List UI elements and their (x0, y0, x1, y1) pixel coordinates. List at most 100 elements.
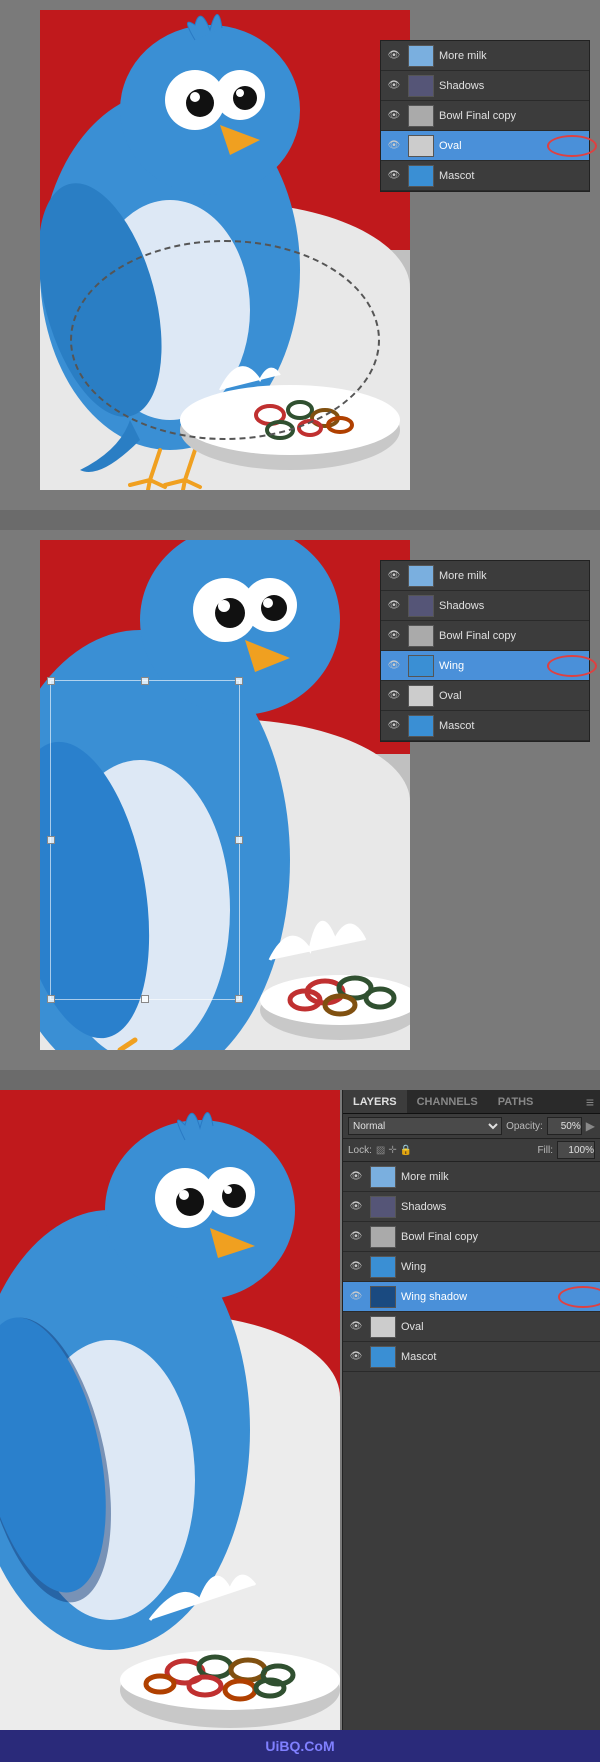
layer-thumbnail-bowl-final-copy2 (408, 625, 434, 647)
panel-menu-button[interactable]: ≡ (580, 1090, 600, 1113)
layer-visibility-shadows[interactable]: 👁 (385, 77, 403, 95)
layer-visibility-more-milk[interactable]: 👁 (385, 47, 403, 65)
layer-thumbnail-oval (408, 135, 434, 157)
blend-opacity-row: Normal Opacity: ▶ (343, 1114, 600, 1139)
illustration-canvas-3 (0, 1090, 340, 1730)
layer-row-oval2[interactable]: 👁 Oval (381, 681, 589, 711)
layer-visibility-mascot3[interactable]: 👁 (347, 1348, 365, 1366)
layer-name-mascot: Mascot (439, 170, 474, 182)
layer-visibility-oval[interactable]: 👁 (385, 137, 403, 155)
lock-all-icon[interactable]: 🔒 (400, 1145, 412, 1156)
layer-visibility-bowl-final-copy3[interactable]: 👁 (347, 1228, 365, 1246)
layer-row-more-milk2[interactable]: 👁 More milk (381, 561, 589, 591)
layer-row-more-milk3[interactable]: 👁 More milk (343, 1162, 600, 1192)
transform-handle-tr[interactable] (235, 677, 243, 685)
layer-name-wing-shadow: Wing shadow (401, 1291, 467, 1303)
layer-row-wing[interactable]: 👁Wing (381, 651, 589, 681)
layer-visibility-bowl-final-copy[interactable]: 👁 (385, 107, 403, 125)
layer-row-mascot3[interactable]: 👁 Mascot (343, 1342, 600, 1372)
watermark-bar: UiBQ.CoM (0, 1730, 600, 1762)
transform-bounding-box (50, 680, 240, 1000)
layer-name-more-milk2: More milk (439, 570, 487, 582)
layer-visibility-more-milk2[interactable]: 👁 (385, 567, 403, 585)
layer-row-more-milk[interactable]: 👁 More milk (381, 41, 589, 71)
layer-visibility-oval2[interactable]: 👁 (385, 687, 403, 705)
layer-visibility-wing3[interactable]: 👁 (347, 1258, 365, 1276)
layer-row-shadows3[interactable]: 👁 Shadows (343, 1192, 600, 1222)
lock-transparent-icon[interactable]: ▨ (376, 1145, 385, 1156)
fill-input[interactable] (557, 1141, 595, 1159)
layer-thumbnail-bowl-final-copy (408, 105, 434, 127)
layer-row-wing3[interactable]: 👁 Wing (343, 1252, 600, 1282)
layer-name-shadows3: Shadows (401, 1201, 446, 1213)
layer-visibility-wing-shadow[interactable]: 👁 (347, 1288, 365, 1306)
layer-row-bowl-final-copy[interactable]: 👁 Bowl Final copy (381, 101, 589, 131)
layer-name-more-milk3: More milk (401, 1171, 449, 1183)
layer-name-more-milk: More milk (439, 50, 487, 62)
section-1: 👁More milk👁Shadows👁Bowl Final copy👁Oval👁… (0, 0, 600, 510)
layer-visibility-mascot[interactable]: 👁 (385, 167, 403, 185)
layer-row-shadows2[interactable]: 👁Shadows (381, 591, 589, 621)
layers-panel-full: LAYERS CHANNELS PATHS ≡ Normal Opacity: … (342, 1090, 600, 1730)
tab-paths[interactable]: PATHS (488, 1090, 544, 1113)
layer-visibility-shadows3[interactable]: 👁 (347, 1198, 365, 1216)
layer-visibility-more-milk3[interactable]: 👁 (347, 1168, 365, 1186)
layer-thumbnail-oval3 (370, 1316, 396, 1338)
transform-handle-ml[interactable] (47, 836, 55, 844)
layer-visibility-oval3[interactable]: 👁 (347, 1318, 365, 1336)
opacity-input[interactable] (547, 1117, 582, 1135)
layer-name-wing3: Wing (401, 1261, 426, 1273)
layer-row-shadows[interactable]: 👁 Shadows (381, 71, 589, 101)
layer-thumbnail-more-milk3 (370, 1166, 396, 1188)
transform-handle-tl[interactable] (47, 677, 55, 685)
layer-name-bowl-final-copy3: Bowl Final copy (401, 1231, 478, 1243)
canvas-area-1: 👁More milk👁Shadows👁Bowl Final copy👁Oval👁… (0, 0, 600, 510)
layer-name-oval3: Oval (401, 1321, 424, 1333)
layers-panel-1: 👁More milk👁Shadows👁Bowl Final copy👁Oval👁… (380, 40, 590, 192)
layer-row-oval3[interactable]: 👁 Oval (343, 1312, 600, 1342)
layer-thumbnail-more-milk (408, 45, 434, 67)
layer-name-oval: Oval (439, 140, 462, 152)
tab-layers[interactable]: LAYERS (343, 1090, 407, 1113)
layer-name-bowl-final-copy: Bowl Final copy (439, 110, 516, 122)
layer-visibility-shadows2[interactable]: 👁 (385, 597, 403, 615)
lock-move-icon[interactable]: ✛ (388, 1145, 396, 1156)
selected-layer-highlight (547, 135, 597, 157)
lock-icons-group: ▨ ✛ 🔒 (376, 1145, 534, 1156)
layer-thumbnail-bowl-final-copy3 (370, 1226, 396, 1248)
selected-layer-highlight (558, 1286, 600, 1308)
watermark-text: UiBQ.CoM (265, 1738, 334, 1754)
layer-visibility-bowl-final-copy2[interactable]: 👁 (385, 627, 403, 645)
layer-name-mascot2: Mascot (439, 720, 474, 732)
selected-layer-highlight (547, 655, 597, 677)
layer-visibility-wing[interactable]: 👁 (385, 657, 403, 675)
layer-name-bowl-final-copy2: Bowl Final copy (439, 630, 516, 642)
layer-thumbnail-wing3 (370, 1256, 396, 1278)
opacity-arrow[interactable]: ▶ (586, 1119, 595, 1133)
layer-name-shadows: Shadows (439, 80, 484, 92)
opacity-label: Opacity: (506, 1121, 543, 1132)
bird-illustration-3 (0, 1090, 340, 1730)
transform-handle-bm[interactable] (141, 995, 149, 1003)
lock-label: Lock: (348, 1145, 372, 1156)
transform-handle-mr[interactable] (235, 836, 243, 844)
layer-row-oval[interactable]: 👁 Oval (381, 131, 589, 161)
layer-row-mascot[interactable]: 👁 Mascot (381, 161, 589, 191)
layers-list-3: 👁More milk👁Shadows👁Bowl Final copy👁Wing👁… (343, 1162, 600, 1730)
layer-name-mascot3: Mascot (401, 1351, 436, 1363)
layers-tab-bar: LAYERS CHANNELS PATHS ≡ (343, 1090, 600, 1114)
blend-mode-select[interactable]: Normal (348, 1117, 502, 1135)
layer-row-wing-shadow[interactable]: 👁 Wing shadow (343, 1282, 600, 1312)
layer-visibility-mascot2[interactable]: 👁 (385, 717, 403, 735)
tab-channels[interactable]: CHANNELS (407, 1090, 488, 1113)
layer-row-mascot2[interactable]: 👁 Mascot (381, 711, 589, 741)
layer-thumbnail-more-milk2 (408, 565, 434, 587)
transform-handle-bl[interactable] (47, 995, 55, 1003)
layer-thumbnail-mascot (408, 165, 434, 187)
layer-row-bowl-final-copy2[interactable]: 👁 Bowl Final copy (381, 621, 589, 651)
transform-handle-br[interactable] (235, 995, 243, 1003)
layer-row-bowl-final-copy3[interactable]: 👁 Bowl Final copy (343, 1222, 600, 1252)
oval-selection-marquee (70, 240, 380, 440)
layer-name-oval2: Oval (439, 690, 462, 702)
transform-handle-tm[interactable] (141, 677, 149, 685)
